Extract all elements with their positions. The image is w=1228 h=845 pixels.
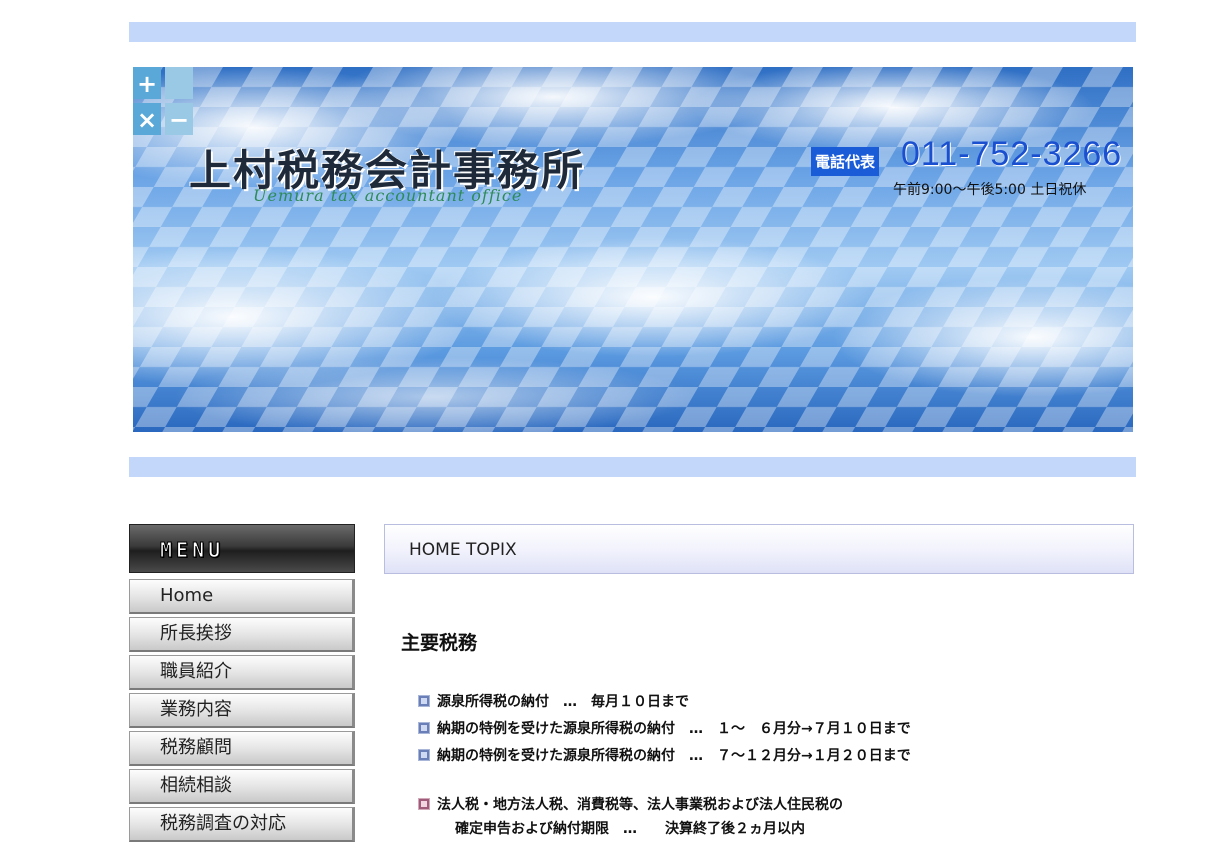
calculator-logo-icon: + × − [133, 67, 193, 135]
tel-number: 011-752-3266 [901, 135, 1123, 173]
list-item: 源泉所得税の納付 … 毎月１０日まで [418, 687, 911, 714]
sky-checker-background [133, 67, 1133, 432]
list-item-text: 納期の特例を受けた源泉所得税の納付 … １～ ６月分→７月１０日まで [437, 720, 911, 737]
menu-item-services[interactable]: 業務内容 [129, 693, 355, 728]
square-bullet-icon [418, 721, 430, 734]
office-hours: 午前9:00～午後5:00 土日祝休 [893, 182, 1087, 198]
header-banner: + × − 上村税務会計事務所 Uemura tax accountant of… [133, 67, 1133, 432]
square-bullet-icon [418, 748, 430, 761]
tel-label: 電話代表 [811, 147, 880, 176]
svg-text:−: − [169, 106, 189, 134]
section-title: 主要税務 [401, 632, 478, 654]
svg-text:+: + [137, 70, 157, 98]
square-bullet-icon [418, 797, 430, 810]
side-menu: Home 所長挨拶 職員紹介 業務内容 税務顧問 相続相談 税務調査の対応 [129, 579, 355, 845]
list-item-text: 納期の特例を受けた源泉所得税の納付 … ７～１２月分→１月２０日まで [437, 747, 911, 764]
list-item-text: 源泉所得税の納付 … 毎月１０日まで [437, 693, 689, 710]
menu-header: MENU [129, 524, 355, 573]
menu-item-staff[interactable]: 職員紹介 [129, 655, 355, 690]
menu-item-home[interactable]: Home [129, 579, 355, 614]
office-name-en: Uemura tax accountant office [253, 186, 523, 205]
mid-divider-bar [129, 457, 1136, 477]
topix-header: HOME TOPIX [384, 524, 1134, 574]
menu-item-greeting[interactable]: 所長挨拶 [129, 617, 355, 652]
square-bullet-icon [418, 694, 430, 707]
list-item-continuation: 確定申告および納付期限 … 決算終了後２ヵ月以内 [455, 821, 805, 837]
menu-title: MENU [159, 538, 225, 563]
list-item: 法人税・地方法人税、消費税等、法人事業税および法人住民税の [418, 790, 843, 817]
tax-item-list: 源泉所得税の納付 … 毎月１０日まで 納期の特例を受けた源泉所得税の納付 … １… [418, 687, 911, 768]
corp-tax-item: 法人税・地方法人税、消費税等、法人事業税および法人住民税の 確定申告および納付期… [418, 790, 843, 841]
top-divider-bar [129, 22, 1136, 42]
list-item: 納期の特例を受けた源泉所得税の納付 … １～ ６月分→７月１０日まで [418, 714, 911, 741]
list-item: 納期の特例を受けた源泉所得税の納付 … ７～１２月分→１月２０日まで [418, 741, 911, 768]
menu-item-inheritance[interactable]: 相続相談 [129, 769, 355, 804]
list-item-text: 法人税・地方法人税、消費税等、法人事業税および法人住民税の [437, 796, 843, 813]
svg-text:×: × [137, 106, 157, 134]
menu-item-tax-advisory[interactable]: 税務顧問 [129, 731, 355, 766]
